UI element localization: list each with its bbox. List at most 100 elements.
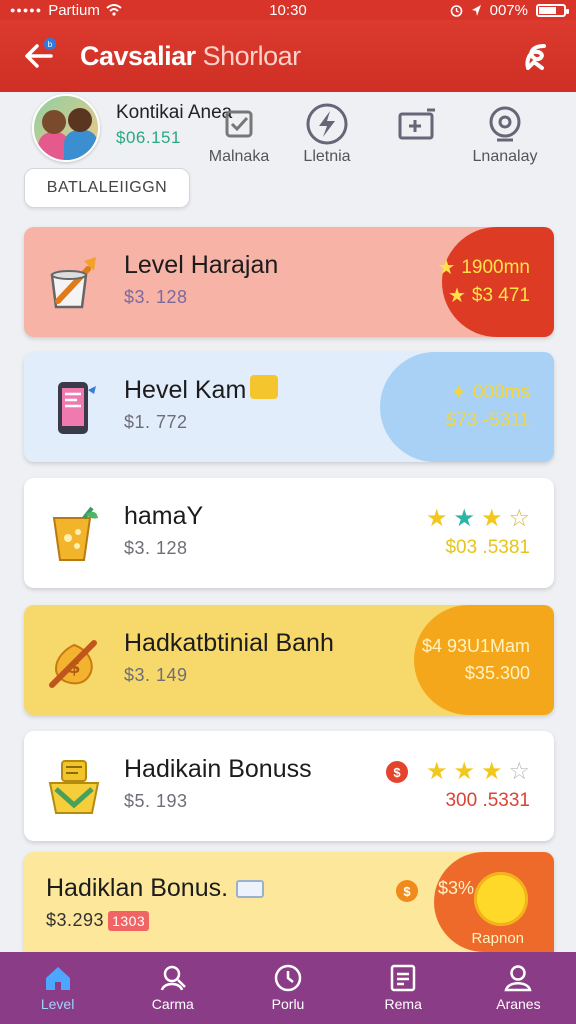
quick-action-lnanalay[interactable]: Lnanalay bbox=[460, 102, 550, 166]
nav-label: Level bbox=[40, 996, 75, 1012]
avatar-person-head bbox=[68, 108, 92, 132]
star-icon: ★ bbox=[425, 758, 448, 785]
ticket-icon bbox=[395, 102, 439, 146]
rating-stars: $ ★ ★ ★ ☆ bbox=[385, 758, 530, 785]
paint-bucket-icon bbox=[44, 253, 104, 313]
coin-icon: $ bbox=[385, 761, 408, 783]
star-icon: ✦ bbox=[450, 382, 467, 404]
quick-action-ticket[interactable] bbox=[372, 102, 462, 154]
nav-label: Rema bbox=[384, 996, 422, 1012]
card-subtitle: $3. 149 bbox=[124, 665, 188, 685]
nav-label: Porlu bbox=[271, 996, 305, 1012]
back-button[interactable]: b bbox=[18, 36, 58, 76]
mail-icon bbox=[236, 880, 265, 899]
star-icon: ★ bbox=[453, 758, 475, 785]
list-card[interactable]: $ Hadkatbtinial Banh $3. 149 $4 93U1Mam … bbox=[24, 605, 554, 715]
battery-percent: 007% bbox=[489, 1, 528, 19]
signal-icon: ●●●●● bbox=[10, 5, 43, 15]
status-time: 10:30 bbox=[269, 1, 307, 19]
list-card[interactable]: Hevel Kam $1. 772 ✦ 000ms $73 -5311 bbox=[24, 352, 554, 462]
clock-icon bbox=[274, 964, 302, 992]
card-right-bottom: Rapnon bbox=[471, 930, 524, 947]
drink-cup-icon bbox=[44, 504, 104, 564]
card-right-top: $3% bbox=[437, 878, 474, 898]
checklist-icon bbox=[217, 102, 261, 146]
card-title: Level Harajan bbox=[124, 251, 279, 279]
avatar-person-body bbox=[64, 130, 98, 160]
nav-label: Carma bbox=[151, 996, 194, 1012]
document-icon bbox=[390, 964, 416, 992]
list-card[interactable]: hamaY $3. 128 ★ ★ ★ ☆ $03 .5381 bbox=[24, 478, 554, 588]
card-subtitle: $3. 128 bbox=[124, 287, 188, 307]
money-bag-icon: $ bbox=[44, 631, 104, 691]
card-right-top: 000ms bbox=[472, 382, 530, 403]
coin-icon: $ bbox=[396, 880, 418, 902]
quick-action-malnaka[interactable]: Malnaka bbox=[194, 102, 284, 166]
status-left: ●●●●● Partium bbox=[10, 2, 210, 19]
list-card[interactable]: Hadiklan Bonus. $3.293 1303 $ $3% Rapnon bbox=[24, 852, 554, 952]
card-badge: 1303 bbox=[108, 911, 150, 931]
card-subtitle: $3. 128 bbox=[124, 538, 188, 558]
quick-action-lletnia[interactable]: Lletnia bbox=[282, 102, 372, 166]
star-icon: ★ bbox=[437, 257, 456, 279]
star-icon: ★ bbox=[453, 505, 475, 532]
back-badge: b bbox=[44, 38, 56, 50]
bottom-nav: Level Carma Porlu Rema Aranes bbox=[0, 952, 576, 1024]
card-right-bottom: $03 .5381 bbox=[445, 537, 530, 558]
star-icon: ★ bbox=[480, 505, 503, 532]
card-title: hamaY bbox=[124, 502, 204, 530]
quick-action-label: Lletnia bbox=[303, 148, 351, 165]
app-title-bold: Cavsaliar bbox=[80, 40, 196, 71]
card-subtitle: $1. 772 bbox=[124, 412, 188, 432]
phone-icon bbox=[44, 378, 104, 438]
card-right-bottom: 300 .5331 bbox=[445, 790, 530, 811]
card-right-values: $4 93U1Mam $35.300 bbox=[422, 605, 554, 715]
battery-icon bbox=[536, 3, 569, 17]
home-icon bbox=[45, 967, 70, 990]
alarm-icon bbox=[450, 4, 462, 17]
star-icon: ★ bbox=[425, 505, 448, 532]
card-title-text: Hadiklan Bonus. bbox=[46, 874, 229, 902]
webcam-icon bbox=[483, 102, 527, 146]
share-button[interactable] bbox=[518, 36, 558, 76]
share-icon bbox=[525, 44, 546, 70]
card-right-top: $4 93U1Mam bbox=[421, 636, 530, 656]
card-right-bottom: $35.300 bbox=[464, 663, 530, 683]
star-outline-icon: ☆ bbox=[508, 505, 530, 532]
bonus-basket-icon bbox=[44, 757, 104, 817]
star-outline-icon: ☆ bbox=[508, 758, 530, 785]
card-right-values: ★ ★ ★ ☆ $03 .5381 bbox=[426, 478, 554, 588]
user-search-icon bbox=[160, 965, 186, 991]
star-icon: ★ bbox=[480, 758, 503, 785]
card-right-bottom: $3 471 bbox=[471, 285, 530, 306]
nav-item-porlu[interactable]: Porlu bbox=[230, 952, 345, 1024]
card-subtitle-text: $3.293 bbox=[46, 910, 105, 930]
nav-item-aranes[interactable]: Aranes bbox=[461, 952, 576, 1024]
smiley-coin-icon bbox=[474, 872, 528, 926]
card-right-values: ★ 1900mn ★ $3 471 bbox=[437, 227, 554, 337]
profile-balance: $06.151 bbox=[116, 128, 181, 147]
nav-item-rema[interactable]: Rema bbox=[346, 952, 461, 1024]
card-title: Hadiklan Bonus. bbox=[46, 874, 265, 903]
rating-stars: ★ ★ ★ ☆ bbox=[426, 507, 530, 531]
card-right-values: $ ★ ★ ★ ☆ 300 .5331 bbox=[385, 731, 554, 841]
nav-label: Aranes bbox=[496, 996, 541, 1012]
status-right: 007% bbox=[366, 1, 569, 19]
card-right-top: 1900mn bbox=[461, 257, 530, 278]
wifi-icon bbox=[106, 4, 122, 16]
avatar-person-head bbox=[42, 110, 66, 134]
nav-item-level[interactable]: Level bbox=[0, 952, 115, 1024]
card-right-bottom: $73 -5311 bbox=[445, 410, 530, 431]
filter-chip[interactable]: BATLALEIIGGN bbox=[24, 168, 190, 208]
svg-text:$: $ bbox=[68, 657, 81, 678]
list-card[interactable]: Hadikain Bonuss $5. 193 $ ★ ★ ★ ☆ 300 .5… bbox=[24, 731, 554, 841]
lock-badge-icon bbox=[250, 375, 279, 400]
star-icon: ★ bbox=[447, 285, 466, 307]
card-title: Hevel Kam bbox=[124, 375, 279, 405]
card-right-values: ✦ 000ms $73 -5311 bbox=[446, 352, 554, 462]
list-card[interactable]: Level Harajan $3. 128 ★ 1900mn ★ $3 471 bbox=[24, 227, 554, 337]
avatar[interactable] bbox=[32, 94, 100, 162]
nav-item-carma[interactable]: Carma bbox=[115, 952, 230, 1024]
location-icon bbox=[471, 4, 481, 16]
profile-icon bbox=[504, 965, 532, 992]
